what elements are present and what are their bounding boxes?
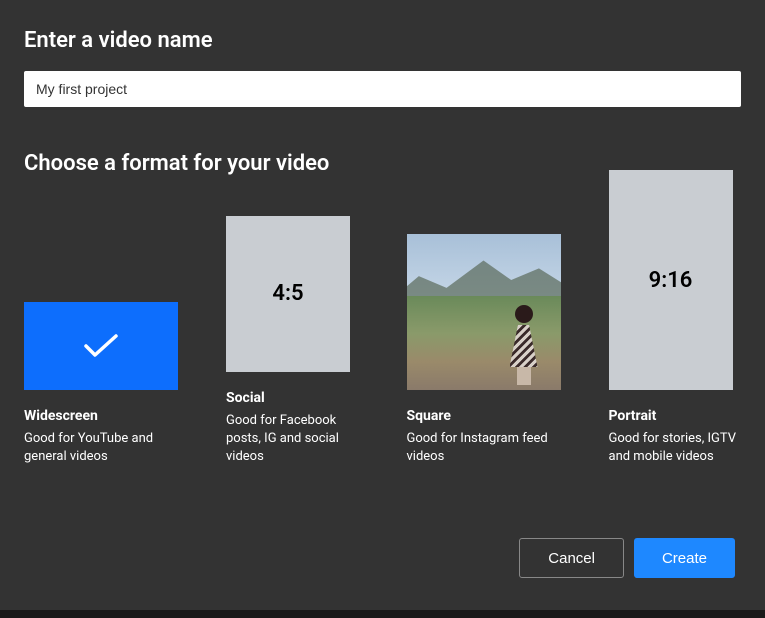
format-option-widescreen[interactable]: Widescreen Good for YouTube and general … (24, 302, 178, 466)
video-name-input[interactable] (24, 71, 741, 107)
format-option-social[interactable]: 4:5 Social Good for Facebook posts, IG a… (226, 216, 359, 467)
social-description: Good for Facebook posts, IG and social v… (226, 412, 359, 467)
format-option-square[interactable]: Square Good for Instagram feed videos (407, 234, 561, 466)
dialog-button-row: Cancel Create (519, 538, 735, 578)
cancel-button[interactable]: Cancel (519, 538, 624, 578)
square-preview-image (407, 234, 561, 390)
portrait-thumbnail: 9:16 (609, 170, 733, 390)
social-thumbnail: 4:5 (226, 216, 350, 372)
format-option-portrait[interactable]: 9:16 Portrait Good for stories, IGTV and… (609, 170, 742, 466)
portrait-label: Portrait (609, 408, 742, 424)
widescreen-label: Widescreen (24, 408, 178, 424)
format-options-row: Widescreen Good for YouTube and general … (24, 170, 741, 466)
widescreen-description: Good for YouTube and general videos (24, 430, 178, 466)
dialog-title: Enter a video name (24, 28, 741, 53)
portrait-ratio-text: 9:16 (649, 268, 693, 293)
checkmark-icon (81, 331, 121, 361)
portrait-description: Good for stories, IGTV and mobile videos (609, 430, 742, 466)
social-ratio-text: 4:5 (272, 281, 303, 306)
square-label: Square (407, 408, 561, 424)
square-thumbnail (407, 234, 561, 390)
create-button[interactable]: Create (634, 538, 735, 578)
widescreen-thumbnail (24, 302, 178, 390)
social-label: Social (226, 390, 359, 406)
background-app-bar (0, 610, 765, 618)
square-description: Good for Instagram feed videos (407, 430, 561, 466)
